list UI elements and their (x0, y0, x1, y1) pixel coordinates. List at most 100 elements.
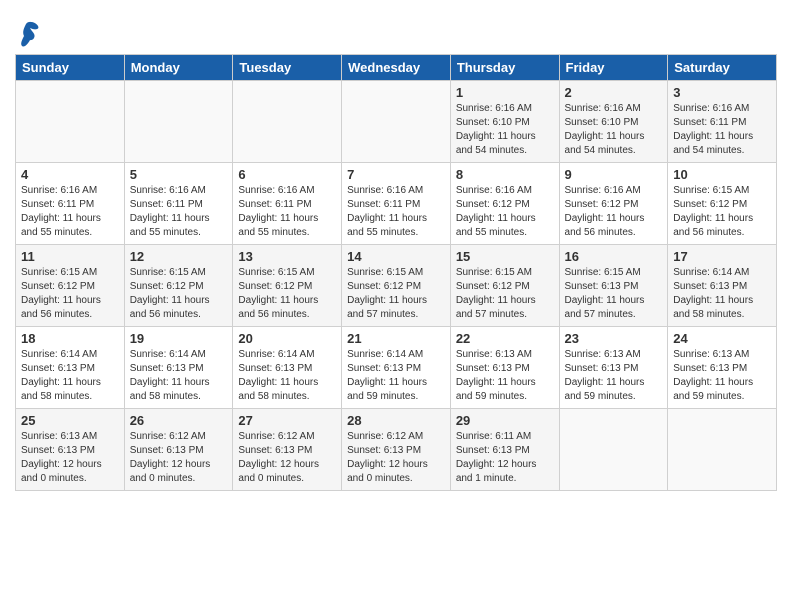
calendar-cell: 26 Sunrise: 6:12 AM Sunset: 6:13 PM Dayli… (124, 409, 233, 491)
day-number: 24 (673, 331, 771, 346)
logo (15, 18, 40, 48)
day-number: 6 (238, 167, 336, 182)
calendar-cell: 28 Sunrise: 6:12 AM Sunset: 6:13 PM Dayli… (342, 409, 451, 491)
day-number: 15 (456, 249, 554, 264)
day-number: 17 (673, 249, 771, 264)
calendar-cell: 22 Sunrise: 6:13 AM Sunset: 6:13 PM Dayli… (450, 327, 559, 409)
day-info: Sunrise: 6:15 AM Sunset: 6:12 PM Dayligh… (238, 266, 336, 322)
day-info: Sunrise: 6:14 AM Sunset: 6:13 PM Dayligh… (238, 348, 336, 404)
day-number: 10 (673, 167, 771, 182)
day-number: 12 (130, 249, 228, 264)
day-info: Sunrise: 6:15 AM Sunset: 6:12 PM Dayligh… (347, 266, 445, 322)
calendar-cell: 1 Sunrise: 6:16 AM Sunset: 6:10 PM Daylig… (450, 81, 559, 163)
day-number: 28 (347, 413, 445, 428)
day-info: Sunrise: 6:14 AM Sunset: 6:13 PM Dayligh… (673, 266, 771, 322)
calendar-cell: 10 Sunrise: 6:15 AM Sunset: 6:12 PM Dayli… (668, 163, 777, 245)
calendar-week-2: 4 Sunrise: 6:16 AM Sunset: 6:11 PM Daylig… (16, 163, 777, 245)
calendar-cell (668, 409, 777, 491)
calendar-cell (342, 81, 451, 163)
day-number: 1 (456, 85, 554, 100)
day-number: 2 (565, 85, 663, 100)
day-number: 5 (130, 167, 228, 182)
day-info: Sunrise: 6:16 AM Sunset: 6:12 PM Dayligh… (565, 184, 663, 240)
day-info: Sunrise: 6:12 AM Sunset: 6:13 PM Dayligh… (347, 430, 445, 486)
weekday-header-monday: Monday (124, 55, 233, 81)
day-info: Sunrise: 6:16 AM Sunset: 6:11 PM Dayligh… (238, 184, 336, 240)
day-number: 29 (456, 413, 554, 428)
weekday-header-thursday: Thursday (450, 55, 559, 81)
day-number: 4 (21, 167, 119, 182)
logo-bird-icon (18, 20, 40, 48)
day-info: Sunrise: 6:16 AM Sunset: 6:11 PM Dayligh… (673, 102, 771, 158)
day-info: Sunrise: 6:13 AM Sunset: 6:13 PM Dayligh… (456, 348, 554, 404)
weekday-header-sunday: Sunday (16, 55, 125, 81)
calendar-cell: 24 Sunrise: 6:13 AM Sunset: 6:13 PM Dayli… (668, 327, 777, 409)
day-info: Sunrise: 6:14 AM Sunset: 6:13 PM Dayligh… (347, 348, 445, 404)
calendar-cell: 23 Sunrise: 6:13 AM Sunset: 6:13 PM Dayli… (559, 327, 668, 409)
day-info: Sunrise: 6:12 AM Sunset: 6:13 PM Dayligh… (130, 430, 228, 486)
day-info: Sunrise: 6:15 AM Sunset: 6:12 PM Dayligh… (456, 266, 554, 322)
day-info: Sunrise: 6:16 AM Sunset: 6:10 PM Dayligh… (565, 102, 663, 158)
calendar-cell: 15 Sunrise: 6:15 AM Sunset: 6:12 PM Dayli… (450, 245, 559, 327)
day-info: Sunrise: 6:15 AM Sunset: 6:12 PM Dayligh… (673, 184, 771, 240)
day-number: 14 (347, 249, 445, 264)
calendar-cell: 18Sunrise: 6:14 AM Sunset: 6:13 PM Dayli… (16, 327, 125, 409)
day-number: 16 (565, 249, 663, 264)
calendar-cell: 25 Sunrise: 6:13 AM Sunset: 6:13 PM Dayli… (16, 409, 125, 491)
weekday-header-saturday: Saturday (668, 55, 777, 81)
calendar-cell: 27Sunrise: 6:12 AM Sunset: 6:13 PM Dayli… (233, 409, 342, 491)
day-number: 25 (21, 413, 119, 428)
calendar-cell: 8 Sunrise: 6:16 AM Sunset: 6:12 PM Daylig… (450, 163, 559, 245)
day-number: 13 (238, 249, 336, 264)
day-info: Sunrise: 6:14 AM Sunset: 6:13 PM Dayligh… (130, 348, 228, 404)
calendar-week-1: 1 Sunrise: 6:16 AM Sunset: 6:10 PM Daylig… (16, 81, 777, 163)
calendar-cell: 6 Sunrise: 6:16 AM Sunset: 6:11 PM Daylig… (233, 163, 342, 245)
day-number: 20 (238, 331, 336, 346)
calendar-cell: 13 Sunrise: 6:15 AM Sunset: 6:12 PM Dayli… (233, 245, 342, 327)
calendar-cell: 4 Sunrise: 6:16 AM Sunset: 6:11 PM Daylig… (16, 163, 125, 245)
day-info: Sunrise: 6:13 AM Sunset: 6:13 PM Dayligh… (673, 348, 771, 404)
page-header (15, 10, 777, 48)
day-number: 27 (238, 413, 336, 428)
calendar-cell: 9 Sunrise: 6:16 AM Sunset: 6:12 PM Daylig… (559, 163, 668, 245)
calendar-header: SundayMondayTuesdayWednesdayThursdayFrid… (16, 55, 777, 81)
day-info: Sunrise: 6:16 AM Sunset: 6:12 PM Dayligh… (456, 184, 554, 240)
day-number: 22 (456, 331, 554, 346)
day-number: 11 (21, 249, 119, 264)
day-info: Sunrise: 6:15 AM Sunset: 6:12 PM Dayligh… (21, 266, 119, 322)
calendar-cell: 29 Sunrise: 6:11 AM Sunset: 6:13 PM Dayli… (450, 409, 559, 491)
calendar-cell (124, 81, 233, 163)
weekday-header-friday: Friday (559, 55, 668, 81)
day-info: Sunrise: 6:15 AM Sunset: 6:12 PM Dayligh… (130, 266, 228, 322)
calendar-cell: 16Sunrise: 6:15 AM Sunset: 6:13 PM Dayli… (559, 245, 668, 327)
day-number: 7 (347, 167, 445, 182)
calendar-cell: 20 Sunrise: 6:14 AM Sunset: 6:13 PM Dayli… (233, 327, 342, 409)
calendar-cell: 17 Sunrise: 6:14 AM Sunset: 6:13 PM Dayli… (668, 245, 777, 327)
weekday-header-tuesday: Tuesday (233, 55, 342, 81)
day-info: Sunrise: 6:16 AM Sunset: 6:10 PM Dayligh… (456, 102, 554, 158)
day-info: Sunrise: 6:13 AM Sunset: 6:13 PM Dayligh… (565, 348, 663, 404)
calendar-week-5: 25 Sunrise: 6:13 AM Sunset: 6:13 PM Dayli… (16, 409, 777, 491)
calendar-cell: 14 Sunrise: 6:15 AM Sunset: 6:12 PM Dayli… (342, 245, 451, 327)
day-info: Sunrise: 6:13 AM Sunset: 6:13 PM Dayligh… (21, 430, 119, 486)
weekday-header-wednesday: Wednesday (342, 55, 451, 81)
day-number: 23 (565, 331, 663, 346)
day-info: Sunrise: 6:16 AM Sunset: 6:11 PM Dayligh… (21, 184, 119, 240)
calendar-week-3: 11 Sunrise: 6:15 AM Sunset: 6:12 PM Dayli… (16, 245, 777, 327)
day-info: Sunrise: 6:16 AM Sunset: 6:11 PM Dayligh… (130, 184, 228, 240)
calendar-cell: 12 Sunrise: 6:15 AM Sunset: 6:12 PM Dayli… (124, 245, 233, 327)
calendar-cell (559, 409, 668, 491)
day-info: Sunrise: 6:14 AM Sunset: 6:13 PM Dayligh… (21, 348, 119, 404)
day-number: 26 (130, 413, 228, 428)
calendar-week-4: 18Sunrise: 6:14 AM Sunset: 6:13 PM Dayli… (16, 327, 777, 409)
day-number: 8 (456, 167, 554, 182)
calendar-cell: 21Sunrise: 6:14 AM Sunset: 6:13 PM Dayli… (342, 327, 451, 409)
day-number: 19 (130, 331, 228, 346)
day-info: Sunrise: 6:11 AM Sunset: 6:13 PM Dayligh… (456, 430, 554, 486)
calendar-cell: 2 Sunrise: 6:16 AM Sunset: 6:10 PM Daylig… (559, 81, 668, 163)
calendar-cell: 11 Sunrise: 6:15 AM Sunset: 6:12 PM Dayli… (16, 245, 125, 327)
calendar-cell: 3Sunrise: 6:16 AM Sunset: 6:11 PM Daylig… (668, 81, 777, 163)
calendar-cell (16, 81, 125, 163)
day-number: 9 (565, 167, 663, 182)
calendar-cell (233, 81, 342, 163)
